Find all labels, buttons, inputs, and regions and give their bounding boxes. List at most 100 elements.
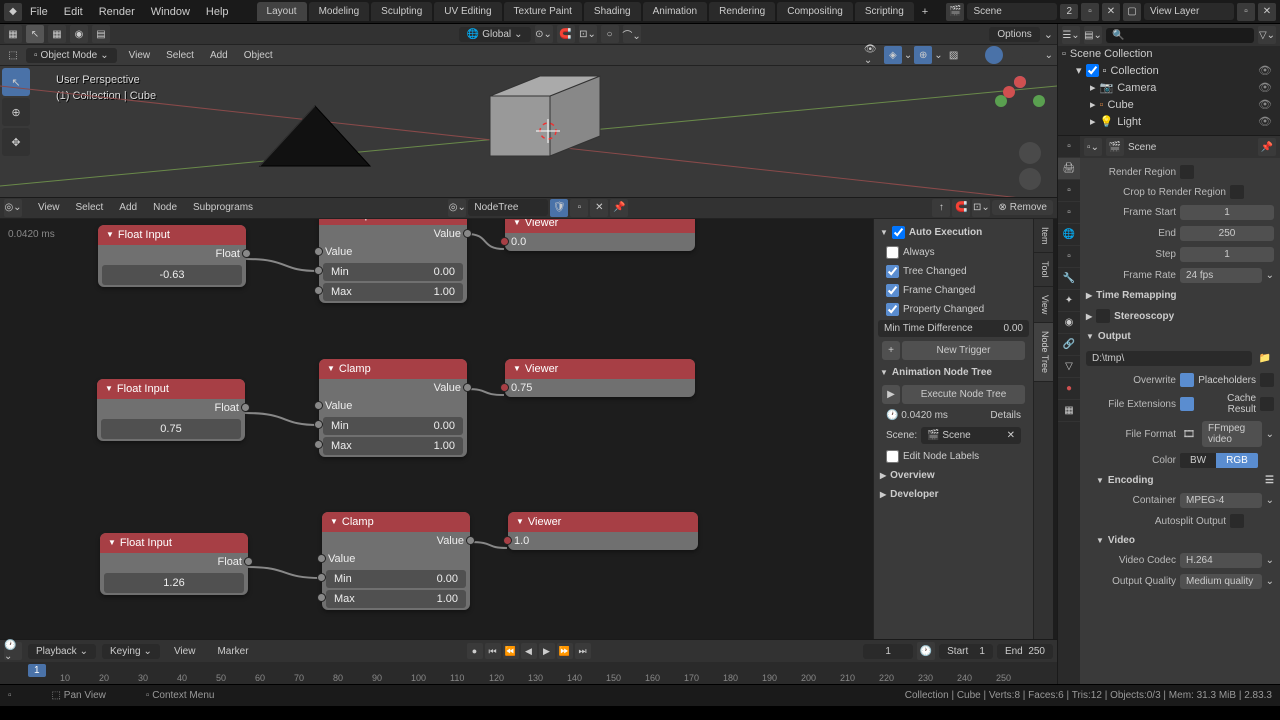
vtab-tool[interactable]: Tool — [1034, 253, 1053, 287]
props-tab-constraint[interactable]: 🔗 — [1058, 334, 1080, 356]
frame-step-field[interactable]: 1 — [1180, 247, 1274, 262]
node[interactable]: ▼Float InputFloat0.75 — [97, 379, 245, 441]
vtab-item[interactable]: Item — [1034, 219, 1053, 254]
add-workspace-button[interactable]: + — [914, 2, 936, 22]
always-checkbox[interactable] — [886, 246, 899, 259]
cursor-tool-icon[interactable]: ↖ — [26, 25, 44, 43]
encoding-section[interactable]: Encoding — [1108, 475, 1154, 486]
cache-result-checkbox[interactable] — [1260, 397, 1274, 411]
tree-item-camera[interactable]: ▸📷Camera👁 — [1058, 79, 1280, 96]
expand-icon[interactable]: ▶ — [880, 471, 886, 480]
editor-type-outliner-icon[interactable]: ☰⌄ — [1062, 26, 1080, 44]
props-tab-material[interactable]: ● — [1058, 378, 1080, 400]
select-circle-icon[interactable]: ◉ — [70, 25, 88, 43]
node-canvas[interactable]: 0.0420 ms ▼Float InputFloat-0.63▼Float I… — [0, 219, 873, 639]
tab-animation[interactable]: Animation — [643, 2, 707, 21]
tab-scripting[interactable]: Scripting — [855, 2, 914, 21]
autokey-icon[interactable]: ● — [467, 643, 483, 659]
time-remap-section[interactable]: Time Remapping — [1096, 290, 1176, 301]
tree-item-cube[interactable]: ▸▫Cube👁 — [1058, 96, 1280, 113]
editor-type-node-icon[interactable]: ◎⌄ — [4, 199, 22, 217]
tree-item-light[interactable]: ▸💡Light👁 — [1058, 113, 1280, 130]
tab-uv-editing[interactable]: UV Editing — [434, 2, 501, 21]
frame-end-field[interactable]: 250 — [1180, 226, 1274, 241]
scene-new-icon[interactable]: ▫ — [1081, 3, 1099, 21]
shield-icon[interactable]: 🛡 — [550, 199, 568, 217]
props-tab-object[interactable]: ▫ — [1058, 246, 1080, 268]
frame-rate-dropdown[interactable]: 24 fps — [1180, 268, 1262, 283]
solid-shading-icon[interactable] — [985, 46, 1003, 64]
vtab-node-tree[interactable]: Node Tree — [1034, 323, 1053, 382]
vp-menu-add[interactable]: Add — [202, 46, 236, 65]
display-mode-icon[interactable]: ▤⌄ — [1084, 26, 1102, 44]
menu-help[interactable]: Help — [198, 2, 237, 22]
falloff-icon[interactable]: ⌒⌄ — [623, 25, 641, 43]
matprev-shading-icon[interactable] — [1005, 46, 1023, 64]
props-tab-texture[interactable]: ▦ — [1058, 400, 1080, 422]
eye-icon[interactable]: 👁 — [1258, 115, 1272, 128]
placeholders-checkbox[interactable] — [1260, 373, 1274, 387]
start-frame-field[interactable]: Start 1 — [939, 644, 993, 659]
menu-render[interactable]: Render — [91, 2, 143, 22]
pin-icon[interactable]: 📌 — [610, 199, 628, 217]
snap-toggle-icon[interactable]: 🧲 — [557, 25, 575, 43]
up-arrow-icon[interactable]: ↑ — [932, 199, 950, 217]
auto-exec-checkbox[interactable] — [892, 226, 905, 239]
node[interactable]: ▼Float InputFloat-0.63 — [98, 225, 246, 287]
autosplit-checkbox[interactable] — [1230, 514, 1244, 528]
remove-button[interactable]: ⊗ Remove — [992, 200, 1053, 215]
timeline-view-menu[interactable]: View — [166, 642, 204, 661]
add-trigger-button[interactable]: + — [882, 341, 900, 360]
playhead[interactable]: 1 — [28, 664, 46, 677]
tree-changed-checkbox[interactable] — [886, 265, 899, 278]
node[interactable]: ▼Viewer1.0 — [508, 512, 698, 550]
editor-type-3d-icon[interactable]: ⬚ — [4, 46, 22, 64]
min-field[interactable]: Min0.00 — [323, 263, 463, 281]
node[interactable]: ▼ClampValueValueMin0.00Max1.00 — [319, 359, 467, 457]
editor-type-props-icon[interactable]: ▫⌄ — [1084, 138, 1102, 156]
select-lasso-icon[interactable]: ▤ — [92, 25, 110, 43]
nav-gizmo[interactable] — [995, 76, 1045, 126]
viewlayer-new-icon[interactable]: ▫ — [1237, 3, 1255, 21]
snap-node-mode-icon[interactable]: ⊡⌄ — [972, 199, 990, 217]
outliner-search[interactable]: 🔍 — [1106, 28, 1254, 43]
scene-icon[interactable]: 🎬 — [946, 3, 964, 21]
xray-icon[interactable]: ▨ — [945, 46, 963, 64]
max-field[interactable]: Max1.00 — [326, 590, 466, 608]
scene-delete-icon[interactable]: ✕ — [1102, 3, 1120, 21]
file-format-dropdown[interactable]: FFmpeg video — [1202, 421, 1262, 447]
nodetree-new-icon[interactable]: ▫ — [570, 199, 588, 217]
edit-labels-checkbox[interactable] — [886, 450, 899, 463]
quality-dropdown[interactable]: Medium quality — [1180, 574, 1262, 589]
jump-next-key-icon[interactable]: ⏩ — [557, 643, 573, 659]
min-field[interactable]: Min0.00 — [326, 570, 466, 588]
menu-window[interactable]: Window — [143, 2, 198, 22]
node[interactable]: ▼Viewer0.0 — [505, 219, 695, 251]
eye-icon[interactable]: 👁 — [1258, 98, 1272, 111]
props-tab-render[interactable]: ▫ — [1058, 136, 1080, 158]
pin-icon[interactable]: 📌 — [1258, 138, 1276, 156]
video-section[interactable]: Video — [1108, 535, 1135, 546]
play-reverse-icon[interactable]: ◀ — [521, 643, 537, 659]
output-path-field[interactable]: D:\tmp\ — [1086, 351, 1252, 366]
timeline-ruler[interactable]: 1 10203040506070809010011012013014015016… — [0, 662, 1057, 684]
node-menu-add[interactable]: Add — [111, 198, 145, 217]
snap-mode-icon[interactable]: ⊡⌄ — [579, 25, 597, 43]
blender-logo-icon[interactable]: ◆ — [4, 3, 22, 21]
vp-menu-select[interactable]: Select — [158, 46, 202, 65]
node-menu-subprograms[interactable]: Subprograms — [185, 198, 261, 217]
preview-range-icon[interactable]: 🕐 — [917, 642, 935, 660]
collapse-icon[interactable]: ▼ — [880, 368, 888, 377]
menu-file[interactable]: File — [22, 2, 56, 22]
tree-collection[interactable]: ▾▫Collection👁 — [1058, 62, 1280, 79]
scene-selector[interactable]: 🎬 Scene✕ — [921, 427, 1021, 444]
node-menu-select[interactable]: Select — [68, 198, 112, 217]
viewlayer-delete-icon[interactable]: ✕ — [1258, 3, 1276, 21]
pan-icon[interactable] — [1019, 168, 1041, 190]
tree-scene-collection[interactable]: ▫Scene Collection — [1058, 46, 1280, 62]
overwrite-checkbox[interactable] — [1180, 373, 1194, 387]
play-icon[interactable]: ▶ — [539, 643, 555, 659]
mode-dropdown[interactable]: ▫ Object Mode ⌄ — [26, 48, 117, 63]
collapse-icon[interactable]: ▼ — [880, 228, 888, 237]
nodetree-name-field[interactable]: NodeTree — [468, 199, 548, 216]
